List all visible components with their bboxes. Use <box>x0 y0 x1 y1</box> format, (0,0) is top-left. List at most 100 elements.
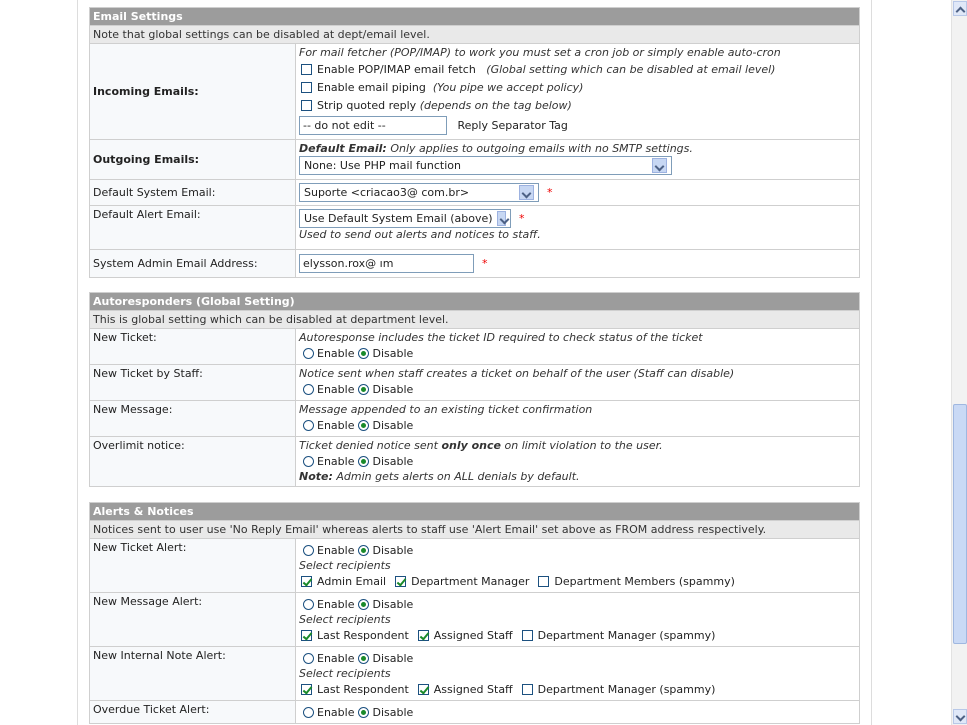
new-message-hint: Message appended to an existing ticket c… <box>299 403 593 416</box>
assigned-staff-checkbox[interactable] <box>417 683 429 695</box>
new-ticket-alert-label: New Ticket Alert: <box>89 538 296 593</box>
chevron-down-icon <box>652 157 667 173</box>
required-marker: * <box>547 185 553 199</box>
new-ticket-disable-radio[interactable] <box>358 347 370 359</box>
overdue-alert-enable-radio[interactable] <box>303 706 314 718</box>
enable-label: Enable <box>317 543 355 557</box>
admin-email-label: System Admin Email Address: <box>89 249 296 278</box>
chevron-down-icon <box>496 210 506 226</box>
scroll-down-button[interactable] <box>953 709 967 724</box>
pop-imap-label: Enable POP/IMAP email fetch <box>317 62 476 76</box>
new-ticket-staff-label: New Ticket by Staff: <box>89 364 296 401</box>
outgoing-emails-label: Outgoing Emails: <box>89 139 296 180</box>
reply-separator-input[interactable]: -- do not edit -- <box>299 115 447 135</box>
select-recipients-label: Select recipients <box>299 559 391 572</box>
dept-manager-checkbox[interactable] <box>521 629 533 641</box>
new-ticket-label: New Ticket: <box>89 328 296 365</box>
enable-label: Enable <box>317 454 355 468</box>
section-note-autoresponders: This is global setting which can be disa… <box>89 310 860 329</box>
new-message-disable-radio[interactable] <box>358 419 370 431</box>
new-message-alert-enable-radio[interactable] <box>303 598 314 610</box>
assigned-staff-checkbox[interactable] <box>417 629 429 641</box>
disable-label: Disable <box>372 454 414 468</box>
overlimit-hint: Ticket denied notice sent only once on l… <box>299 439 663 452</box>
outgoing-email-select[interactable]: None: Use PHP mail function <box>299 155 672 175</box>
scroll-up-button[interactable] <box>953 1 967 17</box>
overlimit-enable-radio[interactable] <box>303 455 314 467</box>
settings-page: Email Settings Note that global settings… <box>77 0 872 725</box>
section-note-email: Note that global settings can be disable… <box>89 25 860 44</box>
disable-label: Disable <box>372 597 414 611</box>
scrollbar-thumb[interactable] <box>953 404 967 644</box>
chevron-down-icon <box>955 711 966 722</box>
email-settings-table: Email Settings Note that global settings… <box>89 7 860 278</box>
autoresponders-table: Autoresponders (Global Setting) This is … <box>89 292 860 487</box>
new-ticket-staff-enable-radio[interactable] <box>303 383 314 395</box>
recipient-label: Department Manager (spammy) <box>537 682 716 696</box>
overlimit-note: Note: Admin gets alerts on ALL denials b… <box>299 470 580 483</box>
email-piping-hint: (You pipe we accept policy) <box>432 80 584 94</box>
dept-manager-checkbox[interactable] <box>395 575 407 587</box>
section-header-alerts: Alerts & Notices <box>89 502 860 521</box>
new-message-alert-label: New Message Alert: <box>89 592 296 647</box>
recipient-label: Department Members (spammy) <box>554 574 735 588</box>
incoming-hint: For mail fetcher (POP/IMAP) to work you … <box>299 46 781 59</box>
internal-note-alert-disable-radio[interactable] <box>358 652 370 664</box>
dept-members-checkbox[interactable] <box>538 575 550 587</box>
new-ticket-enable-radio[interactable] <box>303 347 314 359</box>
required-marker: * <box>482 256 488 270</box>
internal-note-alert-label: New Internal Note Alert: <box>89 646 296 701</box>
required-marker: * <box>519 211 525 225</box>
section-header-email: Email Settings <box>89 7 860 26</box>
overdue-alert-label: Overdue Ticket Alert: <box>89 700 296 724</box>
select-recipients-label: Select recipients <box>299 613 391 626</box>
recipient-label: Assigned Staff <box>433 628 513 642</box>
last-respondent-checkbox[interactable] <box>301 629 312 641</box>
enable-label: Enable <box>317 705 355 719</box>
strip-quoted-checkbox[interactable] <box>301 99 312 111</box>
pop-imap-checkbox[interactable] <box>301 63 312 75</box>
disable-label: Disable <box>372 651 414 665</box>
new-ticket-alert-disable-radio[interactable] <box>358 544 370 556</box>
overlimit-disable-radio[interactable] <box>358 455 370 467</box>
default-alert-email-label: Default Alert Email: <box>89 205 296 250</box>
internal-note-alert-enable-radio[interactable] <box>303 652 314 664</box>
admin-email-checkbox[interactable] <box>301 575 312 587</box>
default-system-email-select[interactable]: Suporte <criacao3@ com.br> <box>299 182 539 202</box>
enable-label: Enable <box>317 597 355 611</box>
recipient-label: Department Manager (spammy) <box>537 628 716 642</box>
select-recipients-label: Select recipients <box>299 667 391 680</box>
last-respondent-checkbox[interactable] <box>301 683 312 695</box>
new-message-label: New Message: <box>89 400 296 437</box>
strip-quoted-hint: (depends on the tag below) <box>419 98 572 112</box>
new-message-alert-disable-radio[interactable] <box>358 598 370 610</box>
new-ticket-staff-disable-radio[interactable] <box>358 383 370 395</box>
overdue-alert-disable-radio[interactable] <box>358 706 370 718</box>
reply-separator-label: Reply Separator Tag <box>457 118 568 132</box>
enable-label: Enable <box>317 346 355 360</box>
strip-quoted-label: Strip quoted reply <box>317 98 417 112</box>
admin-email-input[interactable]: elysson.rox@ ım <box>299 253 474 273</box>
enable-label: Enable <box>317 418 355 432</box>
disable-label: Disable <box>372 346 414 360</box>
disable-label: Disable <box>372 543 414 557</box>
dept-manager-checkbox[interactable] <box>521 683 533 695</box>
email-piping-checkbox[interactable] <box>301 81 312 93</box>
disable-label: Disable <box>372 382 414 396</box>
new-ticket-staff-hint: Notice sent when staff creates a ticket … <box>299 367 735 380</box>
chevron-down-icon <box>519 184 534 200</box>
section-header-autoresponders: Autoresponders (Global Setting) <box>89 292 860 311</box>
incoming-emails-label: Incoming Emails: <box>89 43 296 140</box>
chevron-up-icon <box>955 6 966 17</box>
vertical-scrollbar[interactable] <box>951 0 967 725</box>
recipient-label: Admin Email <box>317 574 387 588</box>
recipient-label: Department Manager <box>411 574 530 588</box>
new-message-enable-radio[interactable] <box>303 419 314 431</box>
new-ticket-hint: Autoresponse includes the ticket ID requ… <box>299 331 703 344</box>
new-ticket-alert-enable-radio[interactable] <box>303 544 314 556</box>
email-piping-label: Enable email piping <box>317 80 426 94</box>
pop-imap-hint: (Global setting which can be disabled at… <box>486 62 776 76</box>
overlimit-label: Overlimit notice: <box>89 436 296 487</box>
default-alert-email-select[interactable]: Use Default System Email (above) <box>299 208 511 228</box>
recipient-label: Last Respondent <box>317 682 409 696</box>
